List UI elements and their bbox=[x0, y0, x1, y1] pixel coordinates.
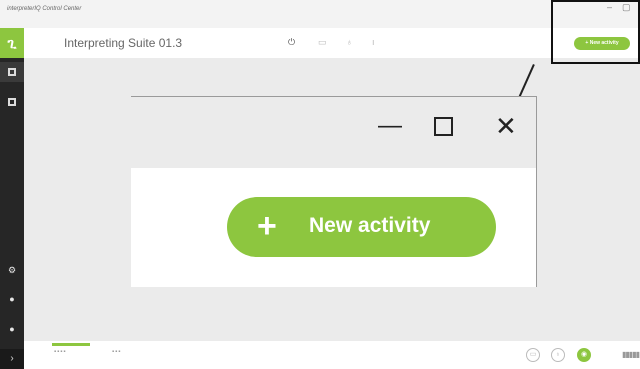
zoom-highlight-box bbox=[551, 0, 640, 64]
app-logo-icon[interactable]: ጊ bbox=[0, 28, 24, 58]
sidebar: ጊ ⚙ ● ● › bbox=[0, 28, 24, 369]
active-tab-indicator bbox=[52, 343, 90, 346]
window-title: interpreterIQ Control Center bbox=[7, 6, 82, 12]
chat-icon[interactable]: ▭ bbox=[318, 37, 327, 48]
maximize-icon bbox=[434, 117, 453, 136]
calendar-icon[interactable] bbox=[8, 68, 16, 76]
user-icon[interactable]: ● bbox=[7, 324, 17, 334]
tab-channel-2[interactable]: ▪▪▪ bbox=[112, 349, 121, 355]
bottom-bar: ▪▪▪▪ ▪▪▪ ▭ ♁ ◉ ▮▮▮▮▮ bbox=[24, 341, 640, 369]
volume-level-icon: ▮▮▮▮▮ bbox=[622, 350, 640, 359]
power-icon[interactable]: ⏻ bbox=[288, 37, 295, 48]
plus-icon: + bbox=[257, 207, 277, 245]
app-title: Interpreting Suite 01.3 bbox=[64, 36, 183, 50]
info-icon[interactable]: ı bbox=[372, 37, 375, 47]
headset-icon[interactable]: ◉ bbox=[577, 348, 591, 362]
header: Interpreting Suite 01.3 ⏻ ▭ ♁ ı bbox=[24, 28, 640, 58]
expand-sidebar-button[interactable]: › bbox=[0, 349, 24, 369]
minimize-icon: — bbox=[378, 112, 402, 139]
gear-icon[interactable]: ⚙ bbox=[7, 265, 17, 275]
help-icon[interactable]: ● bbox=[7, 294, 17, 304]
mic-icon[interactable]: ♁ bbox=[346, 37, 353, 47]
new-activity-button-zoomed: + New activity bbox=[227, 197, 496, 257]
chat-icon[interactable]: ▭ bbox=[526, 348, 540, 362]
zoom-panel: — ✕ + New activity bbox=[131, 96, 537, 287]
tab-channel-1[interactable]: ▪▪▪▪ bbox=[54, 349, 67, 355]
new-activity-label: New activity bbox=[309, 214, 431, 237]
mic-icon[interactable]: ♁ bbox=[551, 348, 565, 362]
monitor-icon[interactable] bbox=[8, 98, 16, 106]
close-icon: ✕ bbox=[495, 111, 517, 141]
window-titlebar: interpreterIQ Control Center – ▢ bbox=[0, 0, 640, 28]
